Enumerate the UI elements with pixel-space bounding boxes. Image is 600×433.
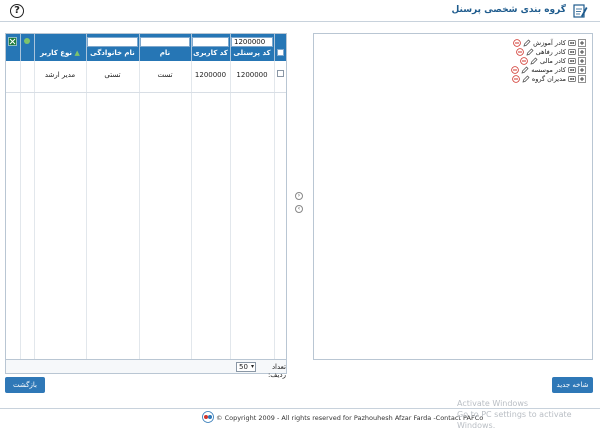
help-icon[interactable]: ? bbox=[10, 4, 24, 18]
grid-col-divider bbox=[20, 34, 21, 61]
new-branch-button[interactable]: شاخه جدید bbox=[552, 377, 593, 393]
delete-icon[interactable] bbox=[515, 47, 524, 56]
edit-pencil-icon[interactable] bbox=[530, 57, 538, 65]
cell-name: تست bbox=[157, 71, 173, 79]
top-bar: ? گروه بندی شخصی پرسنل bbox=[0, 0, 600, 22]
user-code-filter-input[interactable] bbox=[192, 37, 229, 47]
cell-family: تستی bbox=[104, 71, 121, 79]
pafco-logo-icon bbox=[202, 411, 214, 423]
tree-item-label: کادر مالی bbox=[539, 56, 566, 65]
back-button[interactable]: بازگشت bbox=[5, 377, 45, 393]
tree-item[interactable]: کادر آموزش bbox=[513, 38, 586, 47]
page-size-select[interactable]: 50 ▾ bbox=[236, 362, 256, 372]
page-size-label: تعداد ردیف: bbox=[267, 363, 286, 379]
tree-item-label: کادر رفاهی bbox=[535, 47, 566, 56]
page-title: گروه بندی شخصی پرسنل bbox=[451, 5, 567, 15]
edit-document-icon bbox=[573, 4, 588, 18]
tree-item[interactable]: کادر رفاهی bbox=[515, 47, 586, 56]
col-header-personnel-code[interactable]: کد پرسنلی bbox=[231, 49, 273, 57]
grid-body-divider bbox=[86, 61, 87, 359]
tree-item[interactable]: مدیران گروه bbox=[512, 74, 586, 83]
col-header-name[interactable]: نام bbox=[140, 49, 190, 57]
edit-pencil-icon[interactable] bbox=[522, 75, 530, 83]
delete-icon[interactable] bbox=[512, 74, 520, 83]
col-header-family[interactable]: نام خانوادگی bbox=[87, 49, 138, 57]
group-users-icon bbox=[568, 48, 576, 55]
expand-icon[interactable] bbox=[578, 47, 586, 56]
tree-item-label: کادر موسسه bbox=[531, 65, 566, 74]
grid-body-divider bbox=[34, 61, 35, 359]
tree-item[interactable]: کادر مالی bbox=[520, 56, 586, 65]
excel-export-icon[interactable] bbox=[8, 37, 17, 46]
tree-item[interactable]: کادر موسسه bbox=[511, 65, 586, 74]
grid-body-divider bbox=[274, 61, 275, 359]
cell-user-type: مدیر ارشد bbox=[44, 71, 76, 79]
select-all-checkbox[interactable] bbox=[277, 49, 284, 56]
personnel-grid: 1200000 ▲ نوع کاربر نام خانوادگی نام کد … bbox=[5, 33, 287, 360]
row-checkbox[interactable] bbox=[277, 70, 284, 77]
delete-icon[interactable] bbox=[520, 56, 528, 65]
tree-item-label: مدیران گروه bbox=[531, 74, 566, 83]
expand-icon[interactable] bbox=[578, 65, 586, 74]
delete-icon[interactable] bbox=[513, 38, 521, 47]
name-filter-input[interactable] bbox=[140, 37, 190, 47]
column-settings-icon[interactable] bbox=[23, 37, 31, 45]
edit-pencil-icon[interactable] bbox=[521, 66, 529, 74]
move-left-icon[interactable]: ‹ bbox=[295, 205, 303, 213]
edit-pencil-icon[interactable] bbox=[523, 39, 531, 47]
header-divider bbox=[0, 21, 600, 22]
grid-pager: 50 ▾ تعداد ردیف: bbox=[5, 360, 287, 379]
grid-col-divider bbox=[274, 34, 275, 61]
grid-body-divider bbox=[20, 61, 21, 359]
cell-user-code: 1200000 bbox=[194, 71, 227, 79]
grid-col-divider bbox=[34, 34, 35, 61]
grid-body-divider bbox=[191, 61, 192, 359]
copyright-text: © Copyright 2009 - All rights reserved f… bbox=[216, 414, 484, 422]
tree-item-label: کادر آموزش bbox=[533, 38, 566, 47]
col-header-user-code[interactable]: کد کاربری bbox=[192, 49, 229, 57]
activation-watermark: Activate Windows Go to PC settings to ac… bbox=[457, 399, 572, 430]
family-filter-input[interactable] bbox=[87, 37, 138, 47]
group-users-icon bbox=[568, 39, 576, 46]
sort-arrow-icon: ▲ bbox=[72, 49, 80, 57]
move-right-icon[interactable]: › bbox=[295, 192, 303, 200]
group-users-icon bbox=[568, 75, 576, 82]
expand-icon[interactable] bbox=[578, 56, 586, 65]
grid-body-divider bbox=[139, 61, 140, 359]
expand-icon[interactable] bbox=[578, 74, 586, 83]
chevron-down-icon: ▾ bbox=[250, 363, 254, 370]
grid-body-divider bbox=[230, 61, 231, 359]
group-users-icon bbox=[568, 66, 576, 73]
group-users-icon bbox=[568, 57, 576, 64]
delete-icon[interactable] bbox=[511, 65, 520, 74]
col-header-user-type[interactable]: ▲ نوع کاربر bbox=[36, 49, 84, 57]
edit-pencil-icon[interactable] bbox=[526, 48, 534, 56]
personnel-code-filter-input[interactable]: 1200000 bbox=[231, 37, 273, 47]
expand-icon[interactable] bbox=[578, 38, 586, 47]
group-tree: کادر آموزش کادر رفاهی کادر مالی کادر موسسه م… bbox=[313, 33, 593, 360]
cell-personnel-code: 1200000 bbox=[236, 71, 268, 79]
